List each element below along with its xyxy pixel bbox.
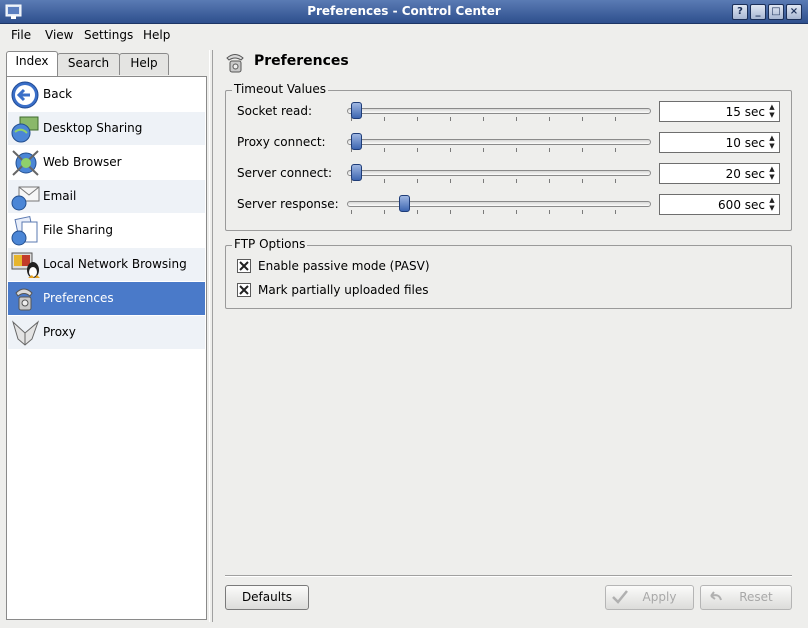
tab-index[interactable]: Index: [6, 51, 58, 76]
sidebar-item-local-network[interactable]: Local Network Browsing: [8, 248, 205, 281]
proxy-connect-spinbox[interactable]: 10 sec ▲ ▼: [659, 132, 780, 153]
preferences-icon: [15, 288, 33, 311]
page-title: Preferences: [254, 53, 349, 69]
spin-arrows-icon[interactable]: ▲ ▼: [766, 103, 778, 120]
web-browser-icon: [12, 150, 39, 176]
passive-mode-checkbox[interactable]: [237, 259, 251, 273]
module-list: Back Desktop Sharing Web Browser Email F…: [6, 76, 207, 620]
socket-read-spinbox[interactable]: 15 sec ▲ ▼: [659, 101, 780, 122]
sidebar-item-email[interactable]: Email: [8, 180, 205, 213]
passive-mode-label[interactable]: Enable passive mode (PASV): [258, 259, 430, 273]
network-browsing-icon: [11, 252, 40, 278]
mark-partial-label[interactable]: Mark partially uploaded files: [258, 283, 429, 297]
sidebar-item-label: Back: [43, 87, 73, 101]
sidebar-item-desktop-sharing[interactable]: Desktop Sharing: [8, 112, 205, 145]
spin-value: 15 sec: [725, 105, 765, 119]
checkmark-icon: [612, 590, 628, 604]
sidebar-item-label: File Sharing: [43, 223, 113, 237]
slider-handle[interactable]: [351, 164, 362, 181]
desktop-sharing-icon: [11, 116, 39, 143]
slider-handle[interactable]: [351, 102, 362, 119]
preferences-icon: [226, 54, 244, 73]
sidebar-item-label: Desktop Sharing: [43, 121, 143, 135]
sidebar-item-preferences[interactable]: Preferences: [8, 282, 205, 315]
sidebar-item-back[interactable]: Back: [8, 78, 205, 111]
check-mark-icon: [239, 285, 249, 295]
sidebar-item-file-sharing[interactable]: File Sharing: [8, 214, 205, 247]
mark-partial-checkbox[interactable]: [237, 283, 251, 297]
slider-handle[interactable]: [351, 133, 362, 150]
server-response-slider[interactable]: [347, 195, 651, 215]
apply-button[interactable]: Apply: [605, 585, 694, 610]
back-arrow-icon: [11, 81, 39, 109]
server-connect-slider[interactable]: [347, 164, 651, 184]
proxy-icon: [12, 320, 40, 346]
sidebar-item-label: Preferences: [43, 291, 114, 305]
maximize-button[interactable]: □: [768, 4, 784, 20]
spin-arrows-icon[interactable]: ▲ ▼: [766, 165, 778, 182]
undo-arrow-icon: [710, 591, 722, 601]
sidebar-item-label: Web Browser: [43, 155, 122, 169]
close-button[interactable]: ×: [786, 4, 802, 20]
spin-value: 600 sec: [718, 198, 765, 212]
spin-arrows-icon[interactable]: ▲ ▼: [766, 196, 778, 213]
menubar: File View Settings Help: [0, 24, 808, 46]
email-icon: [11, 186, 40, 211]
sidebar-item-label: Local Network Browsing: [43, 257, 187, 271]
reset-button[interactable]: Reset: [700, 585, 792, 610]
ftp-options-group: [225, 245, 792, 309]
tab-search[interactable]: Search: [57, 53, 120, 75]
group-title: Timeout Values: [232, 82, 329, 96]
proxy-connect-slider[interactable]: [347, 133, 651, 153]
proxy-connect-label: Proxy connect:: [237, 135, 326, 149]
menu-file[interactable]: File: [11, 28, 31, 42]
server-response-label: Server response:: [237, 197, 339, 211]
menu-view[interactable]: View: [45, 28, 73, 42]
sidebar-item-label: Email: [43, 189, 77, 203]
server-connect-spinbox[interactable]: 20 sec ▲ ▼: [659, 163, 780, 184]
slider-handle[interactable]: [399, 195, 410, 212]
check-mark-icon: [239, 261, 249, 271]
help-button[interactable]: ?: [732, 4, 748, 20]
menu-settings[interactable]: Settings: [84, 28, 133, 42]
sidebar-item-proxy[interactable]: Proxy: [8, 316, 205, 349]
group-title: FTP Options: [232, 237, 308, 251]
separator: [225, 575, 792, 577]
sidebar-item-web-browser[interactable]: Web Browser: [8, 146, 205, 179]
menu-help[interactable]: Help: [143, 28, 170, 42]
server-response-spinbox[interactable]: 600 sec ▲ ▼: [659, 194, 780, 215]
spin-arrows-icon[interactable]: ▲ ▼: [766, 134, 778, 151]
window-title: Preferences - Control Center: [307, 4, 501, 18]
defaults-button[interactable]: Defaults: [225, 585, 309, 610]
minimize-button[interactable]: _: [750, 4, 766, 20]
socket-read-label: Socket read:: [237, 104, 313, 118]
tab-help[interactable]: Help: [119, 53, 169, 75]
sidebar-item-label: Proxy: [43, 325, 76, 339]
socket-read-slider[interactable]: [347, 102, 651, 122]
server-connect-label: Server connect:: [237, 166, 333, 180]
spin-value: 10 sec: [725, 136, 765, 150]
title-bar: Preferences - Control Center ? _ □ ×: [0, 0, 808, 24]
file-sharing-icon: [11, 215, 38, 246]
spin-value: 20 sec: [725, 167, 765, 181]
panel-splitter[interactable]: [209, 50, 213, 622]
